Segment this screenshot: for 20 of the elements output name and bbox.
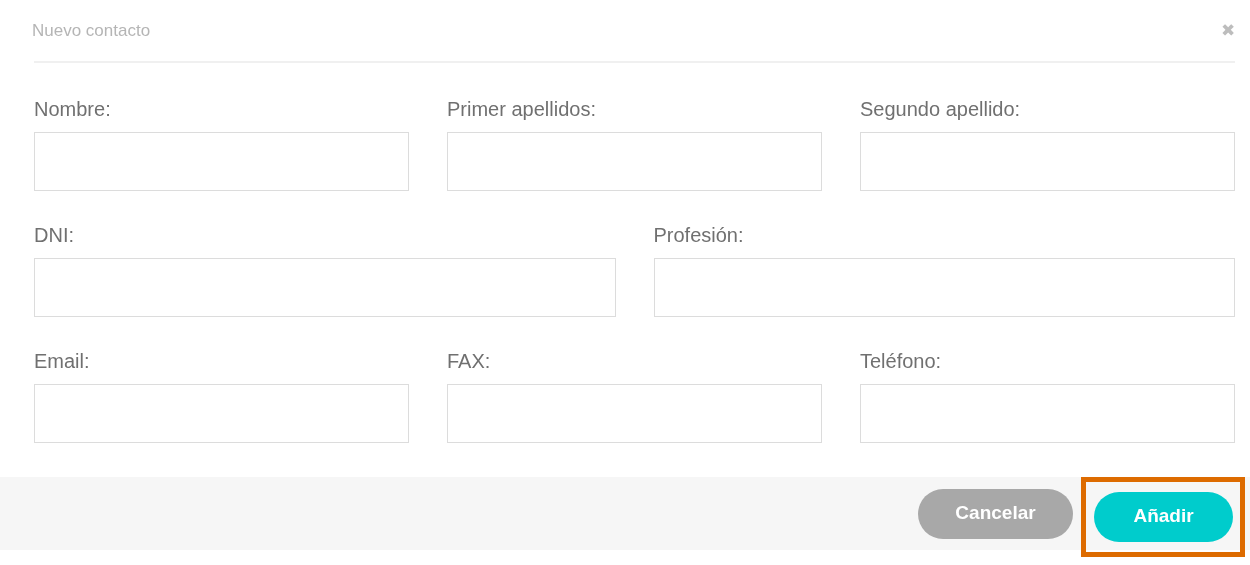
- field-label: Teléfono:: [860, 351, 943, 371]
- input-field[interactable]: [860, 132, 1235, 191]
- field-label: DNI:: [34, 225, 75, 245]
- input-field[interactable]: [447, 384, 822, 443]
- field-label: Profesión:: [653, 225, 745, 245]
- field-label: FAX:: [447, 351, 492, 371]
- field-label: Primer apellidos:: [447, 99, 597, 119]
- input-field[interactable]: [860, 384, 1235, 443]
- input-field[interactable]: [653, 258, 1235, 317]
- cancel-button[interactable]: Cancelar: [918, 488, 1073, 539]
- add-button[interactable]: Añadir: [1094, 491, 1233, 542]
- field-label: Email:: [34, 351, 91, 371]
- field-label: Nombre:: [34, 99, 112, 119]
- field-label: Segundo apellido:: [860, 99, 1022, 119]
- input-field[interactable]: [34, 258, 616, 317]
- input-field[interactable]: [34, 384, 409, 443]
- dialog-title: Nuevo contacto: [32, 19, 151, 42]
- input-field[interactable]: [34, 132, 409, 191]
- input-field[interactable]: [447, 132, 822, 191]
- close-button[interactable]: ✖: [1221, 22, 1235, 39]
